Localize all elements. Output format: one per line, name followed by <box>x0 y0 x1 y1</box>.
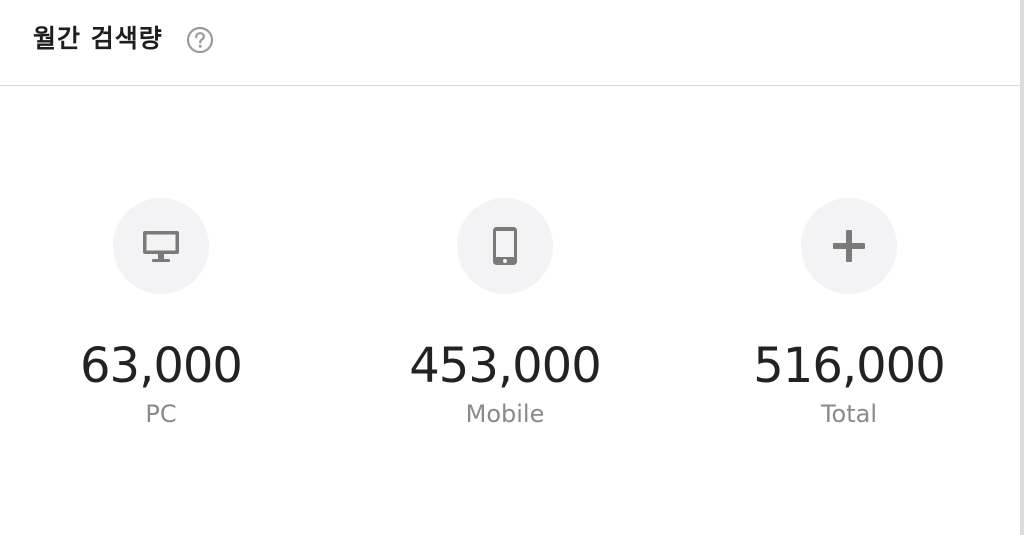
panel-header: 월간 검색량 <box>0 0 1020 86</box>
monitor-icon <box>143 231 179 262</box>
stat-pc: 63,000 PC <box>41 198 281 438</box>
stat-total: 516,000 Total <box>729 198 969 438</box>
question-circle-icon[interactable] <box>186 26 214 54</box>
panel-edge <box>1020 0 1024 535</box>
mobile-label: Mobile <box>465 400 545 428</box>
plus-icon <box>833 230 865 262</box>
monthly-search-volume-panel: 월간 검색량 63,000 PC 453,000 Mobile 516,000 … <box>0 0 1024 535</box>
mobile-search-count: 453,000 <box>409 338 602 394</box>
pc-label: PC <box>145 400 177 428</box>
pc-icon-circle <box>113 198 209 294</box>
total-icon-circle <box>801 198 897 294</box>
panel-title: 월간 검색량 <box>33 24 163 53</box>
mobile-icon-circle <box>457 198 553 294</box>
stat-mobile: 453,000 Mobile <box>385 198 625 438</box>
pc-search-count: 63,000 <box>80 338 243 394</box>
total-label: Total <box>820 400 878 428</box>
smartphone-icon <box>493 227 517 265</box>
total-search-count: 516,000 <box>753 338 946 394</box>
